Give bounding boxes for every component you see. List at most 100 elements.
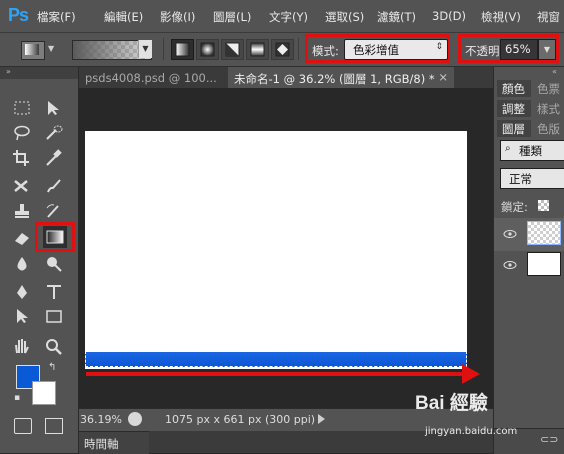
gradient-icon xyxy=(46,230,64,244)
healing-brush-tool[interactable] xyxy=(10,175,34,197)
screen-mode-icon[interactable] xyxy=(45,418,63,434)
marquee-tool[interactable] xyxy=(10,97,34,119)
layer-thumbnail xyxy=(527,252,561,276)
menu-layer[interactable]: 圖層(L) xyxy=(213,9,251,25)
radial-gradient-button[interactable] xyxy=(196,39,219,60)
lock-transparency-icon[interactable] xyxy=(538,200,549,211)
move-icon xyxy=(48,101,59,115)
blend-mode-select[interactable]: 色彩增值 ⇕ xyxy=(344,39,448,60)
zoom-tool[interactable] xyxy=(42,335,66,357)
path-selection-icon xyxy=(17,309,28,323)
opacity-input[interactable]: 65% xyxy=(500,39,538,60)
path-selection-tool[interactable] xyxy=(10,305,34,327)
quick-selection-tool[interactable] xyxy=(42,122,66,144)
separator xyxy=(163,38,164,60)
pen-tool[interactable] xyxy=(10,281,34,303)
tab-swatches[interactable]: 色票 xyxy=(532,80,564,97)
status-menu-arrow-icon[interactable] xyxy=(318,414,325,424)
separator xyxy=(298,38,299,60)
background-color-swatch[interactable] xyxy=(32,381,56,405)
layer-blend-mode-value: 正常 xyxy=(509,172,532,186)
diamond-gradient-icon xyxy=(275,42,290,57)
menu-window[interactable]: 視窗 xyxy=(537,9,560,25)
eye-icon[interactable] xyxy=(503,260,517,270)
linear-gradient-icon xyxy=(175,42,190,57)
gradient-tool-icon xyxy=(25,44,39,55)
hand-tool[interactable] xyxy=(10,335,34,357)
crop-tool[interactable] xyxy=(10,147,34,169)
type-icon xyxy=(47,285,61,299)
menu-type[interactable]: 文字(Y) xyxy=(269,9,308,25)
tab-styles-label: 樣式 xyxy=(537,102,560,116)
swap-colors-icon[interactable]: ↰ xyxy=(48,362,56,373)
rectangle-icon xyxy=(46,310,62,323)
type-tool[interactable] xyxy=(42,281,66,303)
history-brush-tool[interactable] xyxy=(42,200,66,222)
menu-select[interactable]: 選取(S) xyxy=(325,9,364,25)
magnifier-icon xyxy=(46,339,62,355)
tab-color[interactable]: 顏色 xyxy=(497,80,531,97)
lasso-icon xyxy=(14,125,30,141)
zoom-level[interactable]: 36.19% xyxy=(80,413,122,426)
opacity-slider-arrow-icon[interactable]: ▼ xyxy=(538,39,556,60)
healing-brush-icon xyxy=(14,180,28,192)
linear-gradient-button[interactable] xyxy=(171,39,194,60)
layer-blend-mode-select[interactable]: 正常 xyxy=(500,168,564,189)
tab-adjustments[interactable]: 調整 xyxy=(497,100,531,117)
eraser-tool[interactable] xyxy=(10,227,34,249)
arrow-head-icon xyxy=(462,364,480,384)
search-icon: ⌕ xyxy=(505,143,511,154)
eyedropper-tool[interactable] xyxy=(42,147,66,169)
menu-view[interactable]: 檢視(V) xyxy=(481,9,521,25)
mode-label: 模式: xyxy=(312,44,339,58)
blur-drop-icon xyxy=(17,257,27,271)
watermark-url: jingyan.baidu.com xyxy=(425,426,518,437)
brush-icon xyxy=(47,179,61,193)
tab-channels[interactable]: 色版 xyxy=(532,120,564,137)
tab-styles[interactable]: 樣式 xyxy=(532,100,564,117)
menu-edit[interactable]: 編輯(E) xyxy=(104,9,143,25)
layer-filter-select[interactable]: ⌕ 種類 xyxy=(500,140,564,161)
angle-gradient-button[interactable] xyxy=(221,39,244,60)
collapse-icon[interactable]: » xyxy=(6,67,11,76)
eraser-icon xyxy=(15,233,29,245)
layer-filter-value: 種類 xyxy=(519,144,542,158)
stamp-icon xyxy=(15,204,29,218)
default-colors-icon[interactable]: ▪ xyxy=(14,393,20,403)
tools-panel-header[interactable] xyxy=(0,67,78,79)
menu-filter[interactable]: 濾鏡(T) xyxy=(377,9,416,25)
document-canvas[interactable] xyxy=(85,131,467,369)
crop-icon xyxy=(13,150,29,166)
blur-tool[interactable] xyxy=(10,253,34,275)
close-icon[interactable]: × xyxy=(438,70,448,84)
reflected-gradient-button[interactable] xyxy=(246,39,269,60)
quick-mask-icon[interactable] xyxy=(14,418,32,434)
expand-panels-icon[interactable]: « xyxy=(552,67,557,76)
link-icon[interactable]: ⊂⊃ xyxy=(540,433,558,446)
gradient-tool[interactable] xyxy=(43,226,67,248)
timeline-tab-label: 時間軸 xyxy=(84,437,119,451)
menu-file[interactable]: 檔案(F) xyxy=(37,9,76,25)
menu-image[interactable]: 影像(I) xyxy=(160,9,195,25)
rectangle-tool[interactable] xyxy=(42,305,66,327)
drag-direction-arrow xyxy=(86,372,466,376)
menu-3d[interactable]: 3D(D) xyxy=(432,9,466,23)
tab-layers[interactable]: 圖層 xyxy=(497,120,531,137)
reflected-gradient-icon xyxy=(250,42,265,57)
status-info-icon[interactable] xyxy=(128,412,142,426)
tab-untitled-1[interactable]: 未命名-1 @ 36.2% (圖層 1, RGB/8) * × xyxy=(228,67,454,88)
clone-stamp-tool[interactable] xyxy=(10,200,34,222)
tab-psds4008[interactable]: psds4008.psd @ 100... xyxy=(79,67,227,88)
timeline-tab[interactable]: 時間軸 xyxy=(79,431,149,454)
eye-icon[interactable] xyxy=(503,229,517,239)
tool-preset-arrow-icon[interactable]: ▼ xyxy=(48,44,54,53)
dodge-tool[interactable] xyxy=(42,253,66,275)
gradient-picker-arrow-icon[interactable]: ▼ xyxy=(138,40,152,58)
tab-label: psds4008.psd @ 100... xyxy=(85,71,217,85)
layer-thumbnail xyxy=(527,221,561,245)
move-tool[interactable] xyxy=(42,97,66,119)
brush-tool[interactable] xyxy=(42,175,66,197)
diamond-gradient-button[interactable] xyxy=(271,39,294,60)
history-brush-icon xyxy=(46,204,59,218)
lasso-tool[interactable] xyxy=(10,122,34,144)
